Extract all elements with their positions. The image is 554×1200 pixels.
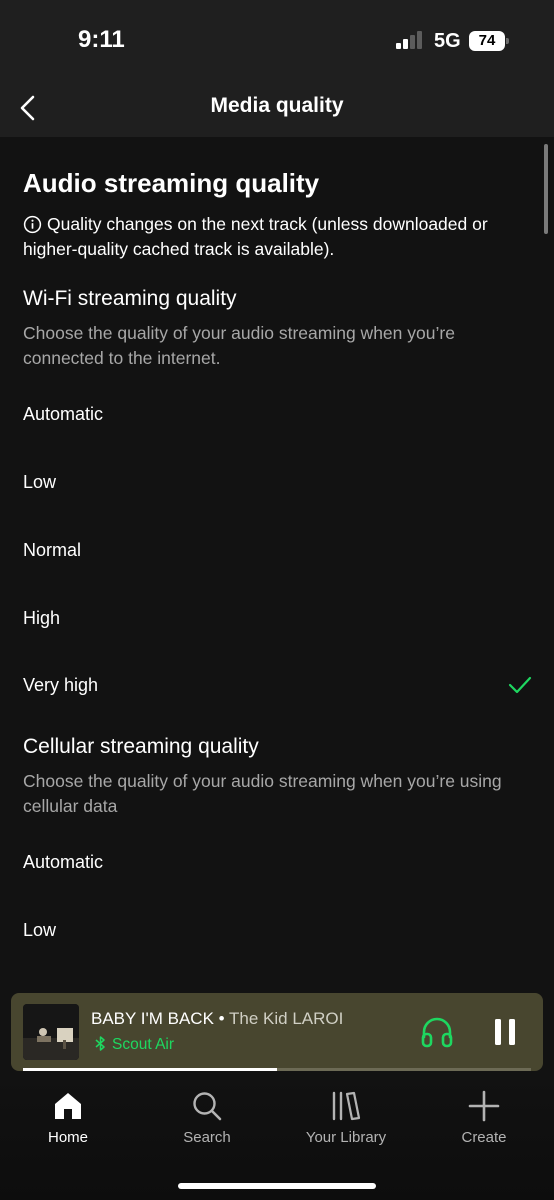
top-bar: 9:11 5G 74 Media quality bbox=[0, 0, 554, 137]
info-icon bbox=[23, 215, 42, 234]
bottom-nav: Home Search Your Library Create bbox=[0, 1072, 554, 1200]
info-line-2: higher-quality cached track is available… bbox=[23, 239, 335, 259]
scrollbar[interactable] bbox=[544, 144, 548, 234]
headphones-icon[interactable] bbox=[420, 1015, 454, 1049]
wifi-option-normal[interactable]: Normal bbox=[0, 524, 554, 580]
search-icon bbox=[193, 1092, 222, 1121]
option-label: Automatic bbox=[23, 404, 104, 424]
nav-home[interactable]: Home bbox=[13, 1090, 123, 1146]
mini-player[interactable]: BABY I'M BACK • The Kid LAROI Scout Air bbox=[11, 993, 543, 1071]
cellular-quality-title: Cellular streaming quality bbox=[23, 735, 259, 758]
option-label: Low bbox=[23, 472, 57, 492]
track-info: BABY I'M BACK • The Kid LAROI bbox=[91, 1009, 343, 1029]
playback-progress bbox=[23, 1068, 531, 1071]
album-art bbox=[23, 1004, 79, 1060]
option-label: Very high bbox=[23, 675, 99, 695]
wifi-option-high[interactable]: High bbox=[0, 592, 554, 648]
plus-icon bbox=[468, 1090, 500, 1122]
nav-create[interactable]: Create bbox=[429, 1090, 539, 1146]
option-label: Automatic bbox=[23, 852, 104, 872]
playback-progress-fill bbox=[23, 1068, 277, 1071]
network-type: 5G bbox=[434, 30, 461, 52]
wifi-option-low[interactable]: Low bbox=[0, 456, 554, 512]
wifi-option-automatic[interactable]: Automatic bbox=[0, 388, 554, 444]
cellular-option-low[interactable]: Low bbox=[0, 904, 554, 960]
info-note: Quality changes on the next track (unles… bbox=[23, 212, 533, 262]
wifi-quality-description: Choose the quality of your audio streami… bbox=[23, 323, 455, 368]
wifi-option-very-high[interactable]: Very high bbox=[0, 659, 554, 715]
checkmark-icon bbox=[508, 676, 532, 694]
nav-label: Home bbox=[47, 1129, 88, 1146]
nav-your-library[interactable]: Your Library bbox=[291, 1090, 401, 1146]
device-name: Scout Air bbox=[112, 1036, 175, 1053]
audio-section-title: Audio streaming quality bbox=[23, 168, 320, 198]
nav-search[interactable]: Search bbox=[152, 1090, 262, 1146]
battery-indicator: 74 bbox=[469, 31, 511, 51]
page-title: Media quality bbox=[210, 94, 344, 117]
battery-level: 74 bbox=[469, 31, 505, 51]
wifi-quality-title: Wi-Fi streaming quality bbox=[23, 287, 237, 310]
track-title: BABY I'M BACK bbox=[91, 1009, 214, 1028]
bluetooth-icon bbox=[95, 1036, 105, 1051]
library-icon bbox=[332, 1091, 361, 1121]
home-indicator[interactable] bbox=[178, 1183, 376, 1189]
cellular-quality-description: Choose the quality of your audio streami… bbox=[23, 771, 502, 816]
status-bar: 9:11 5G 74 bbox=[0, 0, 554, 80]
option-label: High bbox=[23, 608, 61, 628]
track-artist: The Kid LAROI bbox=[229, 1009, 344, 1028]
cellular-signal-icon bbox=[396, 31, 422, 49]
pause-icon[interactable] bbox=[494, 1018, 516, 1046]
option-label: Low bbox=[23, 920, 57, 940]
battery-nub bbox=[506, 38, 509, 44]
home-icon bbox=[55, 1093, 81, 1119]
nav-label: Create bbox=[461, 1129, 507, 1146]
status-time: 9:11 bbox=[78, 26, 125, 53]
info-line-1: Quality changes on the next track (unles… bbox=[47, 214, 488, 234]
track-separator: • bbox=[213, 1009, 230, 1028]
option-label: Normal bbox=[23, 540, 82, 560]
nav-label: Your Library bbox=[305, 1129, 387, 1146]
connected-device: Scout Air bbox=[95, 1036, 174, 1054]
nav-label: Search bbox=[183, 1129, 231, 1146]
cellular-option-automatic[interactable]: Automatic bbox=[0, 836, 554, 892]
